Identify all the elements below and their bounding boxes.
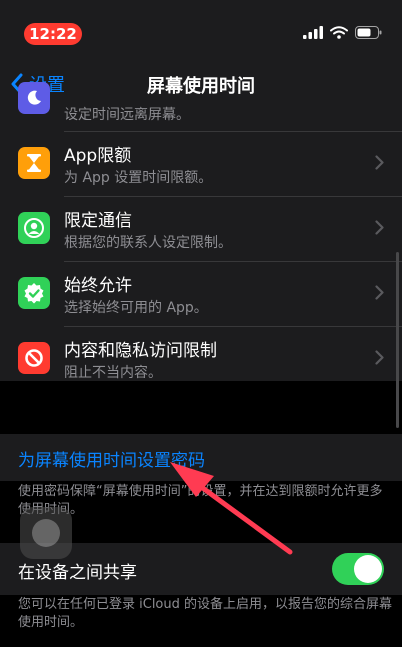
screen-time-options-group: 设定时间远离屏幕。 App限额 为 App 设置时间限额。 限定通信 根据您的联… [0,82,402,381]
screen-time-settings-screen: 12:22 设置 [0,0,402,647]
scrollbar[interactable] [396,252,399,428]
cellular-signal-icon [303,26,323,39]
battery-icon [355,26,382,39]
list-item-subtitle: 选择始终可用的 App。 [64,300,208,316]
list-item-subtitle: 阻止不当内容。 [64,365,162,381]
toggle-knob [354,555,382,583]
list-item-app-limits[interactable]: App限额 为 App 设置时间限额。 [0,131,402,196]
list-item-subtitle: 根据您的联系人设定限制。 [64,235,232,251]
set-passcode-button[interactable]: 为屏幕使用时间设置密码 [0,434,402,481]
list-item-subtitle: 设定时间远离屏幕。 [64,107,190,123]
hourglass-icon [18,147,50,179]
moon-icon [18,82,50,114]
status-icons [303,26,382,39]
assistive-touch-button[interactable] [20,507,72,559]
list-item-always-allowed[interactable]: 始终允许 选择始终可用的 App。 [0,261,402,326]
settings-list: 设定时间远离屏幕。 App限额 为 App 设置时间限额。 限定通信 根据您的联… [0,82,402,647]
restriction-icon [18,342,50,374]
chevron-right-icon [375,220,384,235]
list-item-content-privacy[interactable]: 内容和隐私访问限制 阻止不当内容。 [0,326,402,391]
list-item-title: 内容和隐私访问限制 [64,341,217,361]
status-time: 12:22 [24,23,82,45]
share-label: 在设备之间共享 [18,563,137,583]
list-item-title: 始终允许 [64,276,132,296]
contact-icon [18,212,50,244]
share-toggle[interactable] [332,553,384,585]
chevron-right-icon [375,155,384,170]
chevron-right-icon [375,350,384,365]
chevron-right-icon [375,285,384,300]
list-item-title: App限额 [64,146,132,166]
share-footer-text: 您可以在任何已登录 iCloud 的设备上启用，以报告您的综合屏幕使用时间。 [18,597,393,630]
wifi-icon [330,26,348,39]
passcode-footer-text: 使用密码保障“屏幕使用时间”的设置，并在达到限额时允许更多使用时间。 [18,484,383,517]
checkmark-badge-icon [18,277,50,309]
status-bar: 12:22 [0,0,402,62]
list-item-downtime[interactable]: 设定时间远离屏幕。 [0,66,402,131]
list-item-communication-limits[interactable]: 限定通信 根据您的联系人设定限制。 [0,196,402,261]
assistive-touch-icon [32,519,60,547]
set-passcode-label: 为屏幕使用时间设置密码 [18,451,205,471]
list-item-title: 限定通信 [64,211,132,231]
list-item-subtitle: 为 App 设置时间限额。 [64,170,213,186]
